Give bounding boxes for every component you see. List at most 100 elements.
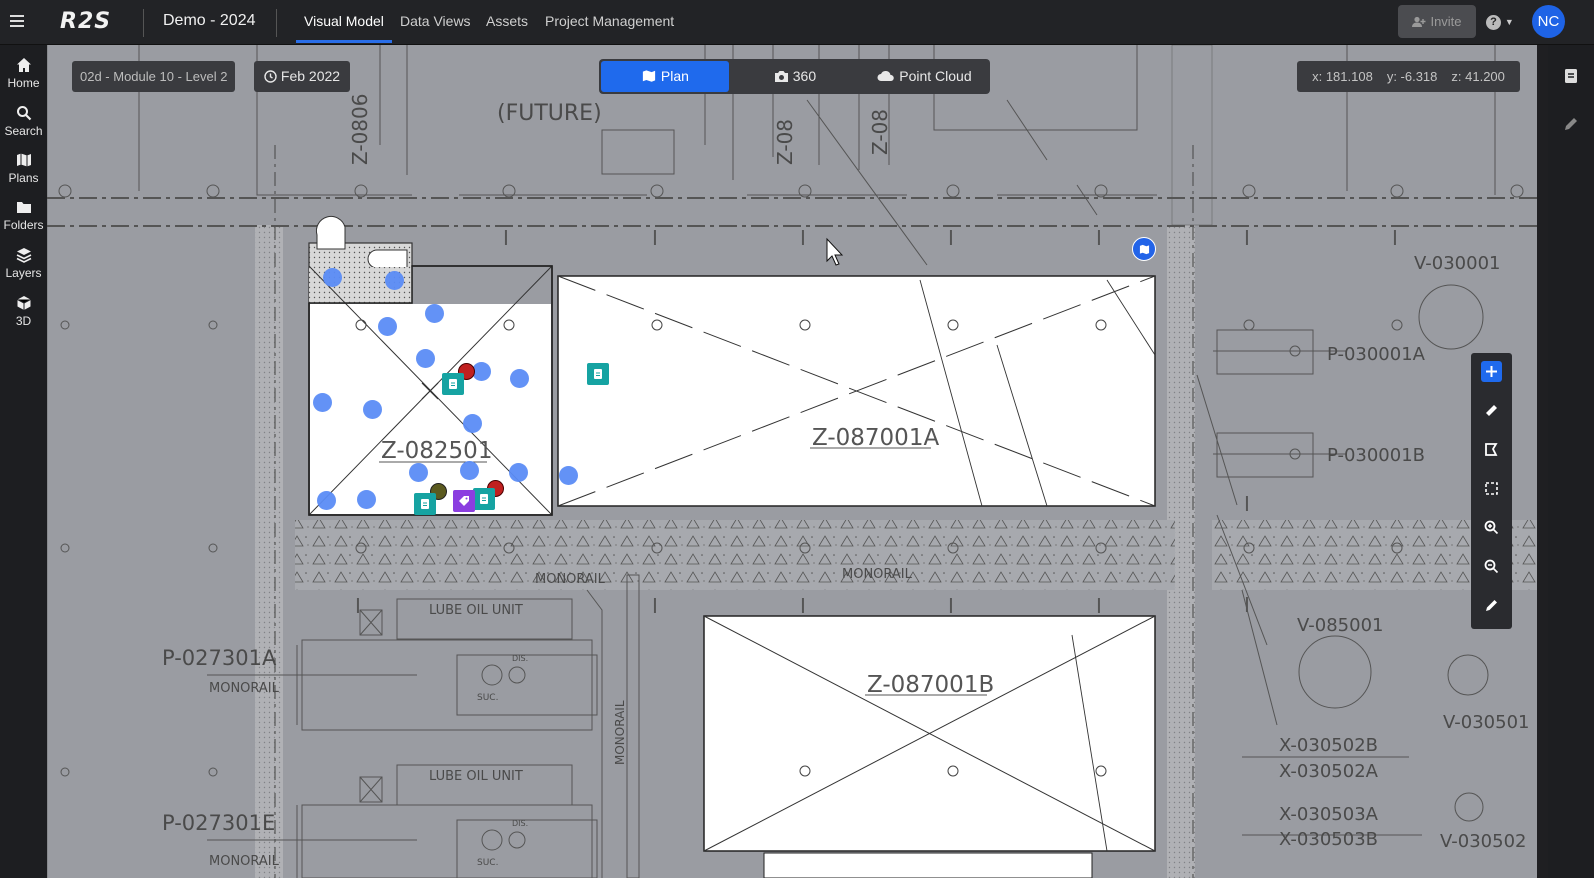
document-icon[interactable] [442,373,464,395]
mode-360-button[interactable]: 360 [731,61,859,92]
nav-data-views[interactable]: Data Views [400,13,471,29]
zoom-out-icon [1484,559,1499,574]
add-button[interactable] [1481,361,1502,382]
logo[interactable]: R2S [60,9,111,34]
sidebar-item-layers[interactable]: Layers [0,247,47,280]
plan-label-x030502a: X-030502A [1279,761,1379,782]
360-capture-marker[interactable] [313,393,332,412]
avatar[interactable]: NC [1532,5,1565,38]
zoom-out-button[interactable] [1481,556,1502,577]
360-capture-marker[interactable] [510,369,529,388]
top-bar: R2S Demo - 2024 Visual Model Data Views … [0,0,1594,45]
svg-text:I: I [652,594,658,618]
plan-label-v085001: V-085001 [1297,615,1383,636]
plan-label-monorail: MONORAIL [209,681,280,696]
plan-label-suc: SUC. [477,858,498,868]
map-icon [0,152,47,170]
svg-text:I: I [948,594,954,618]
add-user-icon [1412,16,1426,27]
svg-text:I: I [1392,226,1398,250]
nav-visual-model[interactable]: Visual Model [304,13,384,29]
plan-label-dis: DIS. [512,819,528,828]
sidebar-item-label: 3D [15,314,32,328]
360-capture-marker[interactable] [460,461,479,480]
sidebar-item-label: Plans [8,171,39,185]
cube-icon [0,295,47,313]
cloud-icon [877,68,895,84]
360-capture-marker[interactable] [363,400,382,419]
360-capture-marker[interactable] [409,463,428,482]
sidebar-item-label: Search [4,124,43,138]
active-nav-indicator [296,40,392,43]
360-capture-marker[interactable] [425,304,444,323]
nav-project-management[interactable]: Project Management [545,13,674,29]
plan-label-z08: Z-08 [868,109,892,155]
mode-plan-button[interactable]: Plan [601,61,729,92]
mode-point-cloud-button[interactable]: Point Cloud [861,61,988,92]
sidebar-item-folders[interactable]: Folders [0,199,47,232]
polygon-button[interactable] [1481,439,1502,460]
project-title[interactable]: Demo - 2024 [163,12,256,30]
layers-icon [0,247,47,265]
360-capture-marker[interactable] [317,491,336,510]
invite-label: Invite [1430,14,1462,29]
svg-text:I: I [948,226,954,250]
folder-icon [0,199,47,217]
sidebar-item-home[interactable]: Home [0,57,47,90]
plan-label-monorail: MONORAIL [842,567,913,582]
svg-text:I: I [503,226,509,250]
svg-text:I: I [800,226,806,250]
edit-icon[interactable] [1562,115,1580,133]
svg-text:I: I [1244,593,1250,617]
zoom-in-button[interactable] [1481,517,1502,538]
plan-label-p030001b: P-030001B [1327,445,1425,466]
360-capture-marker[interactable] [385,271,404,290]
document-icon[interactable] [414,493,436,515]
nav-assets[interactable]: Assets [486,13,528,29]
360-capture-marker[interactable] [509,463,528,482]
plan-label-monorail: MONORAIL [613,700,627,765]
divider [143,9,144,37]
tag-icon[interactable] [453,490,475,512]
select-area-button[interactable] [1481,478,1502,499]
sidebar-item-plans[interactable]: Plans [0,152,47,185]
home-icon [0,57,47,75]
plan-label-x030502b: X-030502B [1279,735,1378,756]
360-capture-marker[interactable] [357,490,376,509]
search-icon [0,105,47,123]
svg-text:I: I [1244,226,1250,250]
help-menu[interactable]: ? ▼ [1486,12,1514,30]
plan-viewer[interactable]: (FUTURE) Z-0806 Z-08 Z-08 IIIIIII IIIII … [47,45,1537,878]
svg-text:I: I [1096,594,1102,618]
document-icon[interactable] [587,363,609,385]
notes-icon[interactable] [1562,67,1580,85]
360-capture-marker[interactable] [559,466,578,485]
date-selector[interactable]: Feb 2022 [254,61,351,92]
360-capture-marker[interactable] [463,414,482,433]
document-icon[interactable] [473,488,495,510]
map-icon [641,68,657,84]
right-rail [1548,45,1594,878]
sidebar-item-search[interactable]: Search [0,105,47,138]
360-capture-marker[interactable] [323,268,342,287]
mode-label: Plan [660,68,689,84]
help-icon: ? [1486,15,1501,30]
360-capture-marker[interactable] [416,349,435,368]
draw-button[interactable] [1481,595,1502,616]
360-capture-marker[interactable] [378,317,397,336]
invite-button[interactable]: Invite [1398,5,1476,38]
plan-link-icon[interactable] [1132,237,1156,261]
svg-text:I: I [800,594,806,618]
sidebar-item-3d[interactable]: 3D [0,295,47,328]
left-sidebar: Home Search Plans Folders Layers 3D [0,45,47,878]
clock-icon [264,68,281,84]
location-selector[interactable]: 02d - Module 10 - Level 2 [72,61,236,92]
plan-label-x030503a: X-030503A [1279,804,1379,825]
chevron-down-icon: ▼ [1504,17,1514,27]
plan-label-z08: Z-08 [773,119,797,165]
svg-text:I: I [1096,226,1102,250]
map-toolbar [1471,353,1512,629]
menu-icon[interactable] [10,12,24,32]
measure-button[interactable] [1481,400,1502,421]
plan-label-lube-oil: LUBE OIL UNIT [429,603,523,618]
